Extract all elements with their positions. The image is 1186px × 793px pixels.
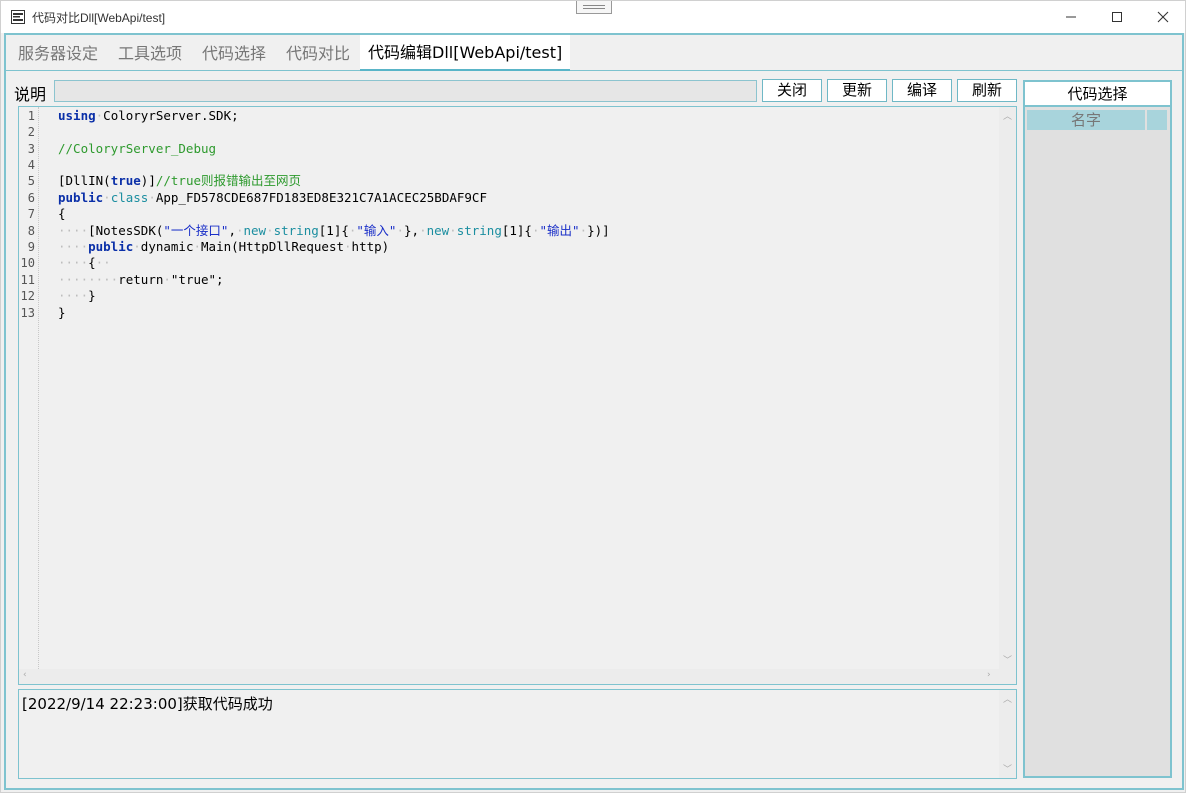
code-editor[interactable]: 1 2 3 4 5 6 7 8 9 10 11 12 13 using·Colo… xyxy=(18,106,1017,685)
maximize-button[interactable] xyxy=(1094,1,1140,33)
close-button[interactable]: 关闭 xyxy=(762,79,822,102)
close-icon xyxy=(1157,11,1169,23)
code-line: ····} xyxy=(58,288,96,303)
log-text: [2022/9/14 22:23:00]获取代码成功 xyxy=(22,695,273,713)
code-line: { xyxy=(58,206,66,221)
column-header-extra[interactable] xyxy=(1147,110,1167,130)
tab-code-compare[interactable]: 代码对比 xyxy=(278,37,358,71)
app-window: 代码对比Dll[WebApi/test] 服务器设定 工具选项 代码选择 代码对… xyxy=(0,0,1186,793)
app-icon xyxy=(11,9,25,24)
tab-code-select[interactable]: 代码选择 xyxy=(194,37,274,71)
code-line: //ColoryrServer_Debug xyxy=(58,141,217,156)
compile-button[interactable]: 编译 xyxy=(892,79,952,102)
code-line: public·class·App_FD578CDE687FD183ED8E321… xyxy=(58,190,487,205)
log-output[interactable]: [2022/9/14 22:23:00]获取代码成功 ︿ ﹀ xyxy=(18,689,1017,779)
code-line: using·ColoryrServer.SDK; xyxy=(58,108,239,123)
scroll-right-icon[interactable]: › xyxy=(987,670,991,680)
log-vertical-scrollbar[interactable]: ︿ ﹀ xyxy=(999,690,1016,778)
code-area[interactable]: using·ColoryrServer.SDK; //ColoryrServer… xyxy=(19,107,997,669)
tab-tool-options[interactable]: 工具选项 xyxy=(110,37,190,71)
refresh-button[interactable]: 刷新 xyxy=(957,79,1017,102)
editor-vertical-scrollbar[interactable]: ︿ ﹀ xyxy=(999,107,1016,669)
description-label: 说明 xyxy=(14,85,47,104)
tab-code-edit[interactable]: 代码编辑Dll[WebApi/test] xyxy=(360,35,571,71)
scroll-up-icon[interactable]: ︿ xyxy=(1003,109,1012,122)
scroll-down-icon[interactable]: ﹀ xyxy=(1003,762,1012,775)
code-line: [DllIN(true)]//true则报错输出至网页 xyxy=(58,173,302,188)
code-line: ····public·dynamic·Main(HttpDllRequest·h… xyxy=(58,239,390,254)
code-line: ····{·· xyxy=(58,255,111,270)
update-button[interactable]: 更新 xyxy=(827,79,887,102)
code-line: ········return·"true"; xyxy=(58,272,224,287)
minimize-icon xyxy=(1066,16,1076,18)
tab-server-settings[interactable]: 服务器设定 xyxy=(10,37,106,71)
description-input[interactable] xyxy=(54,80,757,102)
scroll-up-icon[interactable]: ︿ xyxy=(1003,692,1012,705)
content-frame: 服务器设定 工具选项 代码选择 代码对比 代码编辑Dll[WebApi/test… xyxy=(4,33,1184,790)
column-header-name[interactable]: 名字 xyxy=(1027,110,1145,130)
minimize-button[interactable] xyxy=(1048,1,1094,33)
editor-horizontal-scrollbar[interactable]: ‹ › xyxy=(19,669,1016,684)
close-window-button[interactable] xyxy=(1140,1,1186,33)
window-title: 代码对比Dll[WebApi/test] xyxy=(32,11,166,25)
scroll-left-icon[interactable]: ‹ xyxy=(23,670,27,680)
code-line: ····[NotesSDK("一个接口",·new·string[1]{·"输入… xyxy=(58,223,610,238)
maximize-icon xyxy=(1112,12,1122,22)
drag-grip[interactable] xyxy=(576,1,612,14)
tab-bar: 服务器设定 工具选项 代码选择 代码对比 代码编辑Dll[WebApi/test… xyxy=(6,35,1182,71)
code-select-panel: 代码选择 名字 xyxy=(1023,80,1172,778)
panel-title: 代码选择 xyxy=(1025,82,1170,107)
scroll-down-icon[interactable]: ﹀ xyxy=(1003,653,1012,666)
title-bar[interactable]: 代码对比Dll[WebApi/test] xyxy=(1,1,1185,33)
code-line: } xyxy=(58,305,66,320)
